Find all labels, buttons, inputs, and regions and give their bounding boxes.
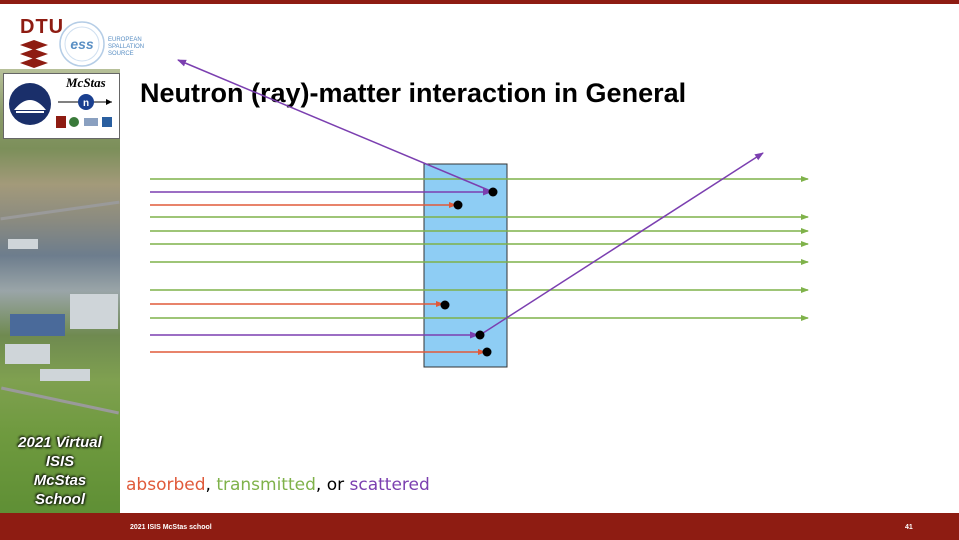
interaction-point [482,347,492,357]
interaction-point [453,200,463,210]
legend-sep-2: , or [315,475,350,495]
scattered-ray-outgoing [177,59,494,193]
interaction-diagram [150,59,809,368]
interaction-point [475,330,485,340]
interaction-point [488,187,498,197]
legend-absorbed: absorbed [126,475,206,495]
interaction-point [440,300,450,310]
page-number: 41 [905,524,913,531]
legend-transmitted: transmitted [216,475,316,495]
interaction-legend: absorbed, transmitted, or scattered [126,475,430,495]
legend-scattered: scattered [349,475,430,495]
legend-sep-1: , [205,475,217,495]
footer-school-label: 2021 ISIS McStas school [130,524,212,531]
